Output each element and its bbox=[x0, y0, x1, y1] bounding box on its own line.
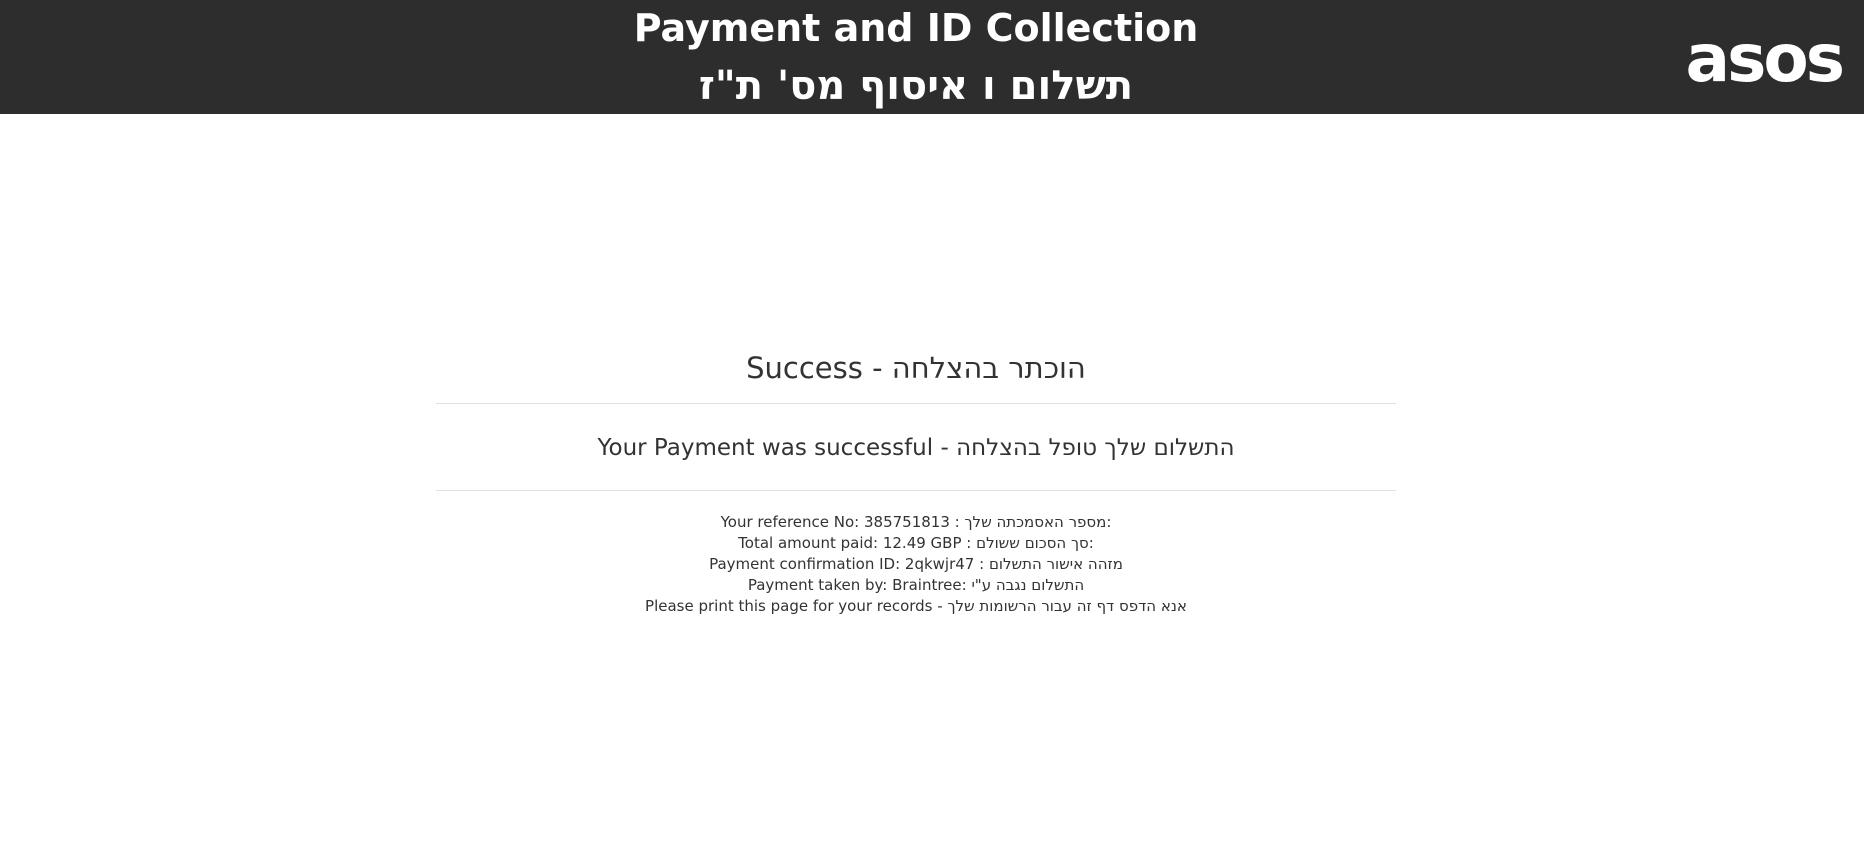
confirmation-id-line: Payment confirmation ID: 2qkwjr47 : מזהה… bbox=[709, 555, 1123, 573]
header-title-hebrew: תשלום ו איסוף מס' ת"ז bbox=[698, 63, 1134, 109]
reference-number-line: Your reference No: 385751813 : מספר האסמ… bbox=[720, 513, 1112, 531]
total-amount-line: Total amount paid: 12.49 GBP : סך הסכום … bbox=[738, 534, 1094, 552]
success-heading: Success - הוכתר בהצלחה bbox=[746, 351, 1086, 385]
print-instruction-line: Please print this page for your records … bbox=[645, 597, 1187, 615]
payment-success-message: Your Payment was successful - התשלום שלך… bbox=[597, 435, 1235, 461]
page-header: Payment and ID Collection תשלום ו איסוף … bbox=[0, 0, 1864, 114]
payment-provider-line: Payment taken by: Braintree: התשלום נגבה… bbox=[747, 576, 1085, 594]
payment-details: Your reference No: 385751813 : מספר האסמ… bbox=[436, 512, 1396, 617]
asos-logo: asos bbox=[1685, 20, 1845, 97]
divider bbox=[436, 490, 1396, 491]
divider bbox=[436, 403, 1396, 404]
header-title-english: Payment and ID Collection bbox=[633, 6, 1199, 50]
